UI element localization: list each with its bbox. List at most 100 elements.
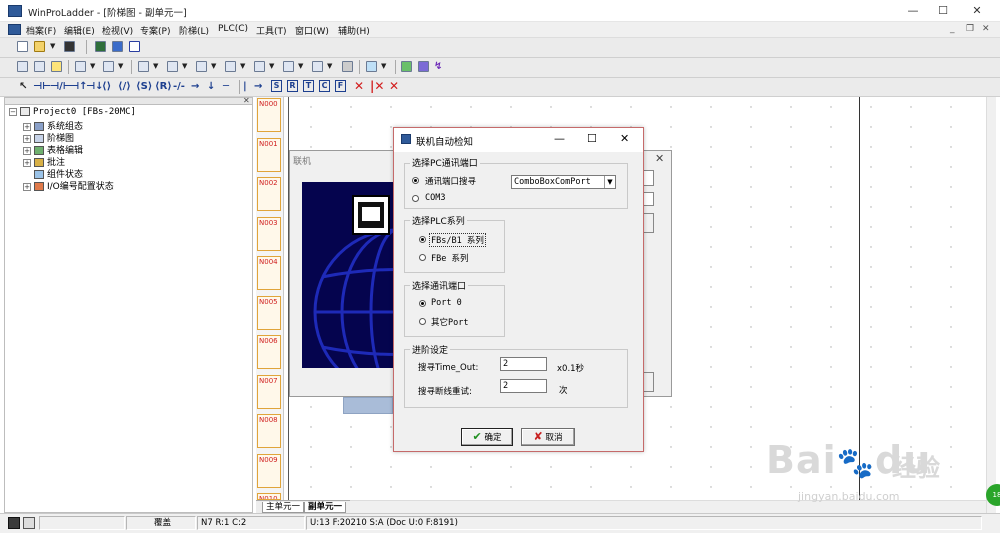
toolbar-tool-12-icon[interactable] — [312, 61, 323, 72]
menu-tools[interactable]: 工具(T) — [256, 24, 287, 37]
tree-item-io-config[interactable]: + I/O编号配置状态 — [23, 179, 114, 192]
toolbar-tool-8-icon[interactable] — [196, 61, 207, 72]
dropdown-arrow-icon[interactable]: ▼ — [211, 61, 216, 72]
dropdown-arrow-icon[interactable]: ▼ — [327, 61, 332, 72]
toolbar-tool-11-icon[interactable] — [283, 61, 294, 72]
delete-icon[interactable]: ✕ — [354, 80, 364, 92]
collapse-icon[interactable]: − — [9, 107, 17, 116]
row-label[interactable]: N006 — [257, 335, 281, 369]
dropdown-arrow-icon[interactable]: ▼ — [90, 61, 95, 72]
toolbar-tool-9-icon[interactable] — [225, 61, 236, 72]
dialog-minimize-button[interactable]: — — [554, 132, 565, 145]
toolbar-tool-13-icon[interactable] — [342, 61, 353, 72]
radio-other-port[interactable] — [419, 318, 426, 325]
save-icon[interactable] — [64, 41, 75, 52]
connection-dialog-close-icon[interactable]: ✕ — [655, 152, 664, 165]
row-label[interactable]: N000 — [257, 98, 281, 132]
output-not-coil-icon[interactable]: ⟨/⟩ — [118, 81, 131, 92]
expand-icon[interactable]: + — [23, 146, 31, 155]
tool-t-icon[interactable]: T — [303, 80, 314, 92]
radio-fbs-series[interactable] — [419, 236, 426, 243]
dropdown-arrow-icon[interactable]: ▼ — [381, 61, 386, 72]
toolbar-tool-3-icon[interactable] — [51, 61, 62, 72]
monitor-icon[interactable] — [112, 41, 123, 52]
toolbar-tool-6-icon[interactable] — [138, 61, 149, 72]
maximize-button[interactable]: ☐ — [926, 2, 960, 20]
toolbar-tool-14-icon[interactable] — [401, 61, 412, 72]
dialog-maximize-button[interactable]: ☐ — [587, 132, 597, 145]
open-folder-icon[interactable] — [34, 41, 45, 52]
close-panel-icon[interactable]: ✕ — [243, 96, 250, 105]
tree-root[interactable]: − Project0 [FBs-20MC] — [9, 107, 136, 119]
org-and-icon[interactable] — [129, 41, 140, 52]
menu-view[interactable]: 检视(V) — [102, 24, 133, 37]
toolbar-tool-16-icon[interactable]: ↯ — [434, 61, 442, 72]
contact-no-icon[interactable]: ⊣⊢ — [33, 81, 51, 92]
com-port-combobox[interactable]: ComboBoxComPort — [511, 175, 616, 189]
toolbar-tool-2-icon[interactable] — [34, 61, 45, 72]
ok-button[interactable]: ✔ 确定 — [461, 428, 513, 446]
contact-down-icon[interactable]: ⊣↓ — [86, 81, 104, 92]
vertical-scrollbar[interactable] — [986, 97, 996, 513]
minimize-button[interactable]: — — [896, 2, 930, 20]
row-label[interactable]: N004 — [257, 256, 281, 290]
dropdown-arrow-icon[interactable]: ▼ — [269, 61, 274, 72]
close-button[interactable]: ✕ — [960, 2, 994, 20]
mdi-restore-button[interactable]: ❐ — [966, 24, 974, 34]
horizontal-short-icon[interactable]: → — [191, 81, 199, 92]
document-icon[interactable] — [8, 24, 21, 35]
mdi-close-button[interactable]: ✕ — [982, 24, 990, 34]
row-label[interactable]: N009 — [257, 454, 281, 488]
pointer-icon[interactable]: ↖ — [19, 81, 27, 92]
horizontal-line-icon[interactable]: ─ — [223, 81, 229, 92]
menu-help[interactable]: 辅助(H) — [338, 24, 370, 37]
radio-port-search[interactable] — [412, 177, 419, 184]
toolbar-tool-10-icon[interactable] — [254, 61, 265, 72]
output-coil-icon[interactable]: ⟨⟩ — [102, 81, 111, 92]
tool-r-icon[interactable]: R — [287, 80, 298, 92]
toolbar-tool-7-icon[interactable] — [167, 61, 178, 72]
delete-column-icon[interactable]: ✕ — [389, 80, 399, 92]
toolbar-tool-4-icon[interactable] — [75, 61, 86, 72]
toolbar-tool-1-icon[interactable] — [17, 61, 28, 72]
dropdown-arrow-icon[interactable]: ▼ — [240, 61, 245, 72]
mdi-minimize-button[interactable]: _ — [950, 24, 955, 34]
menu-plc[interactable]: PLC(C) — [218, 24, 248, 34]
arrow-right-icon[interactable]: → — [254, 81, 262, 92]
row-label[interactable]: N008 — [257, 414, 281, 448]
expand-icon[interactable]: + — [23, 122, 31, 131]
toolbar-tool-5-icon[interactable] — [103, 61, 114, 72]
dropdown-arrow-icon[interactable]: ▼ — [182, 61, 187, 72]
tree-item-comment[interactable]: + 批注 — [23, 155, 65, 168]
dropdown-arrow-icon[interactable]: ▼ — [298, 61, 303, 72]
new-file-icon[interactable] — [17, 41, 28, 52]
chevron-down-icon[interactable]: ▼ — [604, 176, 615, 188]
toolbar-tool-15-icon[interactable] — [418, 61, 429, 72]
radio-port0[interactable] — [419, 300, 426, 307]
print-icon[interactable] — [95, 41, 106, 52]
open-circuit-icon[interactable]: -/- — [173, 81, 185, 92]
row-label[interactable]: N007 — [257, 375, 281, 409]
expand-icon[interactable]: + — [23, 182, 31, 191]
contact-nc-icon[interactable]: ⊣/⊢ — [50, 81, 72, 92]
timeout-input[interactable]: 2 — [500, 357, 547, 371]
row-label[interactable]: N002 — [257, 177, 281, 211]
expand-icon[interactable]: + — [23, 134, 31, 143]
tab-sub-unit[interactable]: 副单元一 — [304, 502, 347, 513]
cancel-button[interactable]: ✘ 取消 — [521, 428, 575, 446]
expand-icon[interactable]: + — [23, 158, 31, 167]
output-set-icon[interactable]: ⟨S⟩ — [136, 81, 152, 92]
contact-up-icon[interactable]: ⊣↑ — [70, 81, 88, 92]
find-icon[interactable] — [366, 61, 377, 72]
menu-file[interactable]: 档案(F) — [26, 24, 56, 37]
tool-c-icon[interactable]: C — [319, 80, 330, 92]
tool-f-icon[interactable]: F — [335, 80, 346, 92]
menu-project[interactable]: 专案(P) — [140, 24, 170, 37]
vertical-line-icon[interactable]: | — [243, 81, 247, 92]
menu-ladder[interactable]: 阶梯(L) — [179, 24, 209, 37]
vertical-short-icon[interactable]: ↓ — [207, 81, 215, 92]
row-label[interactable]: N003 — [257, 217, 281, 251]
tool-s-icon[interactable]: S — [271, 80, 282, 92]
radio-fbe-series[interactable] — [419, 254, 426, 261]
dropdown-arrow-icon[interactable]: ▼ — [153, 61, 158, 72]
